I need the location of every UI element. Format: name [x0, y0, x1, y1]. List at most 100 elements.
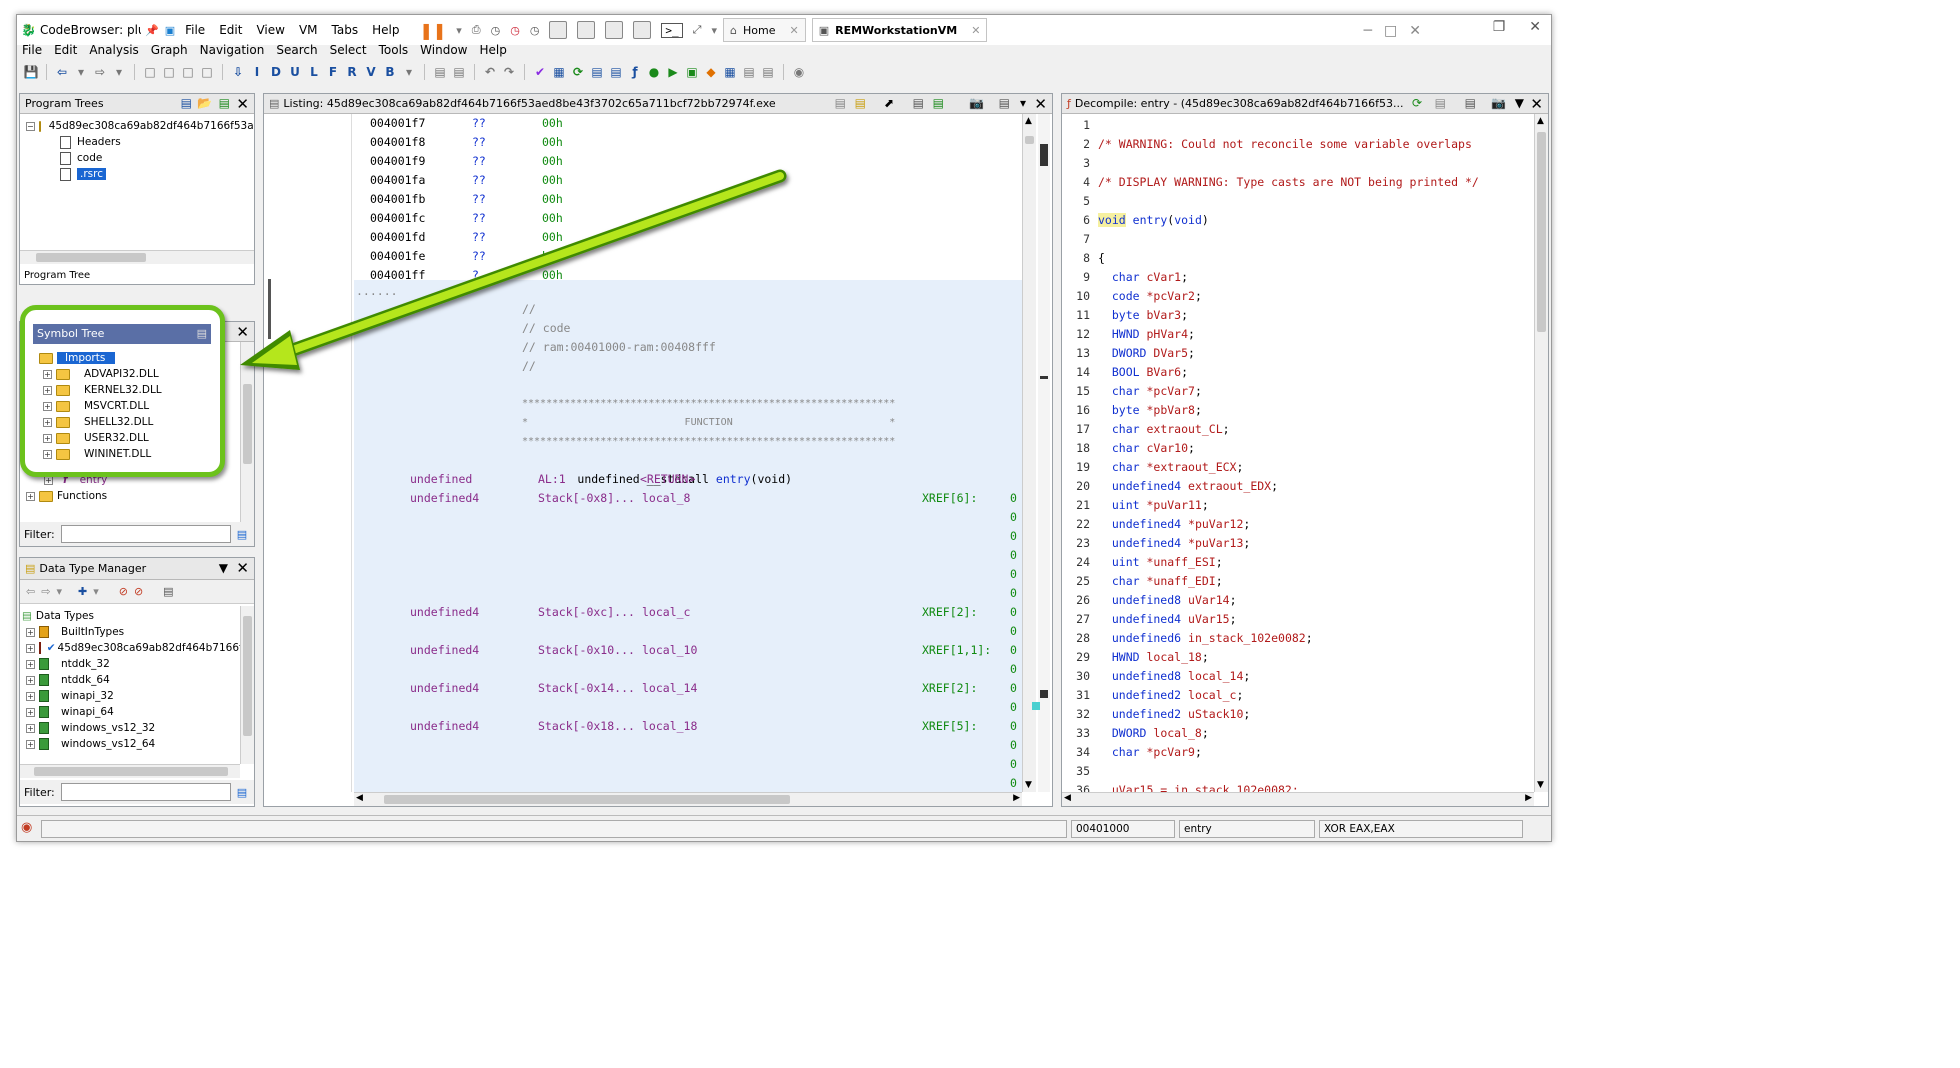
- code-line[interactable]: 33 DWORD local_8;: [1062, 724, 1532, 743]
- code-line[interactable]: 2 /* WARNING: Could not reconcile some va…: [1062, 135, 1532, 154]
- forward-icon[interactable]: ⇨: [41, 585, 50, 598]
- horizontal-scrollbar[interactable]: ◀ ▶: [1062, 792, 1534, 806]
- filter-pointers-icon[interactable]: ⊘: [134, 585, 143, 598]
- code-line[interactable]: 13 DWORD DVar5;: [1062, 344, 1532, 363]
- code-line[interactable]: 29 HWND local_18;: [1062, 648, 1532, 667]
- chevron-down-icon[interactable]: ▼: [219, 561, 228, 575]
- tree-item-dll[interactable]: + SHELL32.DLL: [39, 414, 162, 430]
- expand-icon[interactable]: +: [26, 739, 35, 749]
- tree-item-archive[interactable]: + ntddk_32: [22, 656, 252, 672]
- folder-open-icon[interactable]: 📂: [197, 96, 212, 110]
- scrollbar-thumb[interactable]: [243, 616, 252, 736]
- nav-prev-icon[interactable]: □: [142, 64, 158, 80]
- back-icon[interactable]: ⇦: [26, 585, 35, 598]
- tree-item-archive[interactable]: + ntddk_64: [22, 672, 252, 688]
- tab-remworkstationvm[interactable]: ▣ REMWorkstationVM ✕: [811, 18, 988, 42]
- code-line[interactable]: 1: [1062, 116, 1532, 135]
- chevron-down-icon[interactable]: ▾: [111, 64, 127, 80]
- vertical-scrollbar[interactable]: ▲ ▼: [1022, 114, 1036, 792]
- copy-icon[interactable]: ▤: [432, 64, 448, 80]
- debug-icon[interactable]: ◉: [791, 64, 807, 80]
- stretch-icon[interactable]: ⤢: [693, 23, 702, 37]
- xref-address[interactable]: 0: [1010, 755, 1017, 774]
- tree-root[interactable]: ▤ Data Types: [22, 608, 252, 624]
- address-cell[interactable]: 004001f8: [370, 133, 425, 152]
- code-line[interactable]: 9 char cVar1;: [1062, 268, 1532, 287]
- code-line[interactable]: 3: [1062, 154, 1532, 173]
- collapse-icon[interactable]: −: [26, 121, 35, 131]
- nav-label-button[interactable]: L: [306, 64, 322, 80]
- code-line[interactable]: 5: [1062, 192, 1532, 211]
- nav-value-button[interactable]: V: [363, 64, 379, 80]
- expand-icon[interactable]: +: [43, 401, 52, 411]
- tree-item-dll[interactable]: + USER32.DLL: [39, 430, 162, 446]
- scroll-down-icon[interactable]: ▼: [1025, 780, 1032, 790]
- overview-bar[interactable]: [1032, 114, 1050, 792]
- scroll-left-icon[interactable]: ◀: [356, 793, 363, 803]
- code-line[interactable]: 24 uint *unaff_ESI;: [1062, 553, 1532, 572]
- terminal-icon[interactable]: >_: [661, 22, 683, 38]
- close-icon[interactable]: ✕: [1409, 23, 1421, 39]
- nav-data-button[interactable]: D: [268, 64, 284, 80]
- expand-icon[interactable]: +: [26, 675, 35, 685]
- expand-icon[interactable]: +: [43, 433, 52, 443]
- code-line[interactable]: 11 byte bVar3;: [1062, 306, 1532, 325]
- xref-label[interactable]: XREF[5]:: [922, 717, 977, 736]
- nav-reference-button[interactable]: R: [344, 64, 360, 80]
- close-icon[interactable]: ✕: [789, 24, 798, 37]
- code-line[interactable]: 32 undefined2 uStack10;: [1062, 705, 1532, 724]
- xref-address[interactable]: 0: [1010, 717, 1017, 736]
- xref-address[interactable]: 0: [1010, 508, 1017, 527]
- chevron-down-icon[interactable]: ▾: [56, 585, 62, 598]
- paste-icon[interactable]: ▤: [451, 64, 467, 80]
- xref-address[interactable]: 0: [1010, 565, 1017, 584]
- edit-fields-icon[interactable]: ▤: [913, 96, 924, 110]
- close-icon[interactable]: ✕: [971, 24, 980, 37]
- code-line[interactable]: 36 uVar15 = in_stack_102e0082;: [1062, 781, 1532, 792]
- collapse-all-icon[interactable]: ▤: [163, 585, 173, 598]
- menu-analysis[interactable]: Analysis: [89, 43, 138, 59]
- diff-icon[interactable]: ▤: [933, 96, 944, 110]
- table-icon[interactable]: ▦: [722, 64, 738, 80]
- scroll-down-icon[interactable]: ▼: [1537, 780, 1544, 790]
- close-icon[interactable]: ✕: [236, 95, 249, 113]
- xref-address[interactable]: 0: [1010, 698, 1017, 717]
- vm-menu-file[interactable]: File: [185, 23, 205, 37]
- xref-address[interactable]: 0: [1010, 660, 1017, 679]
- vm-menu-view[interactable]: View: [256, 23, 284, 37]
- code-line[interactable]: 19 char *extraout_ECX;: [1062, 458, 1532, 477]
- code-line[interactable]: 30 undefined8 local_14;: [1062, 667, 1532, 686]
- code-line[interactable]: 18 char cVar10;: [1062, 439, 1532, 458]
- run-script-icon[interactable]: ▶: [665, 64, 681, 80]
- menu-help[interactable]: Help: [480, 43, 507, 59]
- scrollbar-thumb[interactable]: [1537, 132, 1546, 332]
- vertical-scrollbar[interactable]: ▲ ▼: [1534, 114, 1548, 792]
- export-icon[interactable]: ▤: [1465, 96, 1476, 110]
- vm-menu-edit[interactable]: Edit: [219, 23, 242, 37]
- refresh-icon[interactable]: ⟳: [1412, 96, 1422, 110]
- menu-file[interactable]: File: [22, 43, 42, 59]
- snapshot-icon[interactable]: ◷: [491, 24, 501, 37]
- address-cell[interactable]: 004001fc: [370, 209, 425, 228]
- tree-item-archive[interactable]: + winapi_64: [22, 704, 252, 720]
- redo-icon[interactable]: ↷: [501, 64, 517, 80]
- nav-undefined-icon[interactable]: □: [199, 64, 215, 80]
- filter-input[interactable]: [60, 783, 231, 801]
- menu-navigation[interactable]: Navigation: [200, 43, 265, 59]
- xref-address[interactable]: 0: [1010, 489, 1017, 508]
- chevron-down-icon[interactable]: ▾: [73, 64, 89, 80]
- back-icon[interactable]: ⇦: [54, 64, 70, 80]
- snapshot-icon[interactable]: 📷: [1491, 96, 1506, 110]
- filter-arrays-icon[interactable]: ⊘: [119, 585, 128, 598]
- expand-icon[interactable]: +: [43, 417, 52, 427]
- close-icon[interactable]: ✕: [1529, 19, 1541, 35]
- tree-item-headers[interactable]: Headers: [26, 134, 248, 150]
- code-line[interactable]: 31 undefined2 local_c;: [1062, 686, 1532, 705]
- chevron-down-icon[interactable]: ▾: [711, 24, 717, 37]
- undo-icon[interactable]: ↶: [482, 64, 498, 80]
- tree-item-code[interactable]: code: [26, 150, 248, 166]
- scroll-left-icon[interactable]: ◀: [1064, 793, 1071, 803]
- xref-address[interactable]: 0: [1010, 774, 1017, 792]
- expand-icon[interactable]: +: [26, 691, 35, 701]
- code-line[interactable]: 27 undefined4 uVar15;: [1062, 610, 1532, 629]
